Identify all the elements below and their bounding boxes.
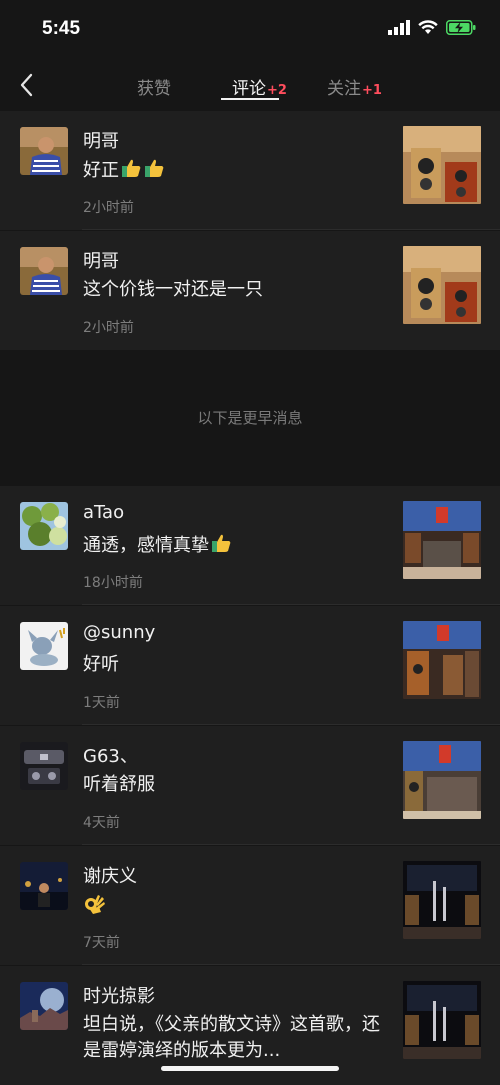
status-bar: 5:45 [0,0,500,60]
comment-time: 2小时前 [83,200,134,216]
video-thumbnail[interactable] [403,246,481,324]
comment-item[interactable]: @sunny 好听 1天前 [0,606,500,725]
earlier-messages-label: 以下是更早消息 [197,409,303,427]
commenter-name: @sunny [83,622,156,643]
comment-text: 坦白说，《父亲的散文诗》这首歌，还是雷婷演绎的版本更为... [83,1014,380,1061]
commenter-name: aTao [83,502,125,523]
comment-text: 听着舒服 [83,774,155,795]
earlier-messages-separator: 以下是更早消息 [0,351,500,485]
tab-follows-badge: +1 [362,83,382,98]
avatar[interactable] [20,742,68,790]
active-tab-indicator [221,98,279,100]
comment-time: 18小时前 [83,575,143,591]
comment-item[interactable]: G63、 听着舒服 4天前 [0,726,500,845]
divider [82,724,500,725]
thumbs-up-emoji-icon [212,534,231,552]
avatar[interactable] [20,247,68,295]
comment-time: 4天前 [83,815,120,831]
signal-icon [388,20,410,35]
comment-text: 好正 [83,157,383,184]
divider [82,229,500,230]
video-thumbnail[interactable] [403,126,481,204]
video-thumbnail[interactable] [403,861,481,939]
commenter-name: 时光掠影 [83,986,155,1007]
comment-text-content: 通透，感情真挚 [83,535,209,556]
avatar[interactable] [20,127,68,175]
tab-follows[interactable]: 关注+1 [327,74,382,99]
commenter-name: 谢庆义 [83,866,137,887]
tab-likes[interactable]: 获赞 [137,74,171,99]
commenter-name: G63、 [83,746,138,767]
tab-follows-label: 关注 [327,79,361,99]
commenter-name: 明哥 [83,251,119,272]
tab-comments-badge: +2 [267,83,287,98]
avatar[interactable] [20,862,68,910]
comment-item[interactable]: 明哥 好正 2小时前 [0,111,500,230]
comment-text-content: 好正 [83,160,119,181]
battery-charging-icon [446,20,476,35]
video-thumbnail[interactable] [403,501,481,579]
thumbs-up-emoji-icon [145,159,164,177]
commenter-name: 明哥 [83,131,119,152]
comment-text: 通透，感情真挚 [83,532,383,559]
video-thumbnail[interactable] [403,741,481,819]
avatar[interactable] [20,622,68,670]
status-icons [388,20,476,35]
back-arrow-icon[interactable] [14,70,44,100]
comment-time: 2小时前 [83,320,134,336]
divider [82,604,500,605]
home-indicator[interactable] [161,1066,339,1071]
comment-item[interactable]: 谢庆义 7天前 [0,846,500,965]
avatar[interactable] [20,502,68,550]
tab-comments-label: 评论 [232,79,266,99]
divider [82,964,500,965]
comment-item[interactable]: aTao 通透，感情真挚 18小时前 [0,486,500,605]
status-time: 5:45 [42,18,81,39]
comment-text: 这个价钱一对还是一只 [83,279,263,300]
ok-hand-emoji-icon [85,895,105,914]
video-thumbnail[interactable] [403,981,481,1059]
video-thumbnail[interactable] [403,621,481,699]
comment-time: 7天前 [83,935,120,951]
comment-text: 好听 [83,654,119,675]
divider [82,844,500,845]
comment-time: 1天前 [83,695,120,711]
thumbs-up-emoji-icon [122,159,141,177]
avatar[interactable] [20,982,68,1030]
comment-text [83,892,383,919]
tab-comments[interactable]: 评论+2 [232,74,287,99]
top-navigation: 获赞 评论+2 关注+1 [0,60,500,110]
tab-likes-label: 获赞 [137,79,171,99]
wifi-icon [418,20,438,34]
comment-item[interactable]: 明哥 这个价钱一对还是一只 2小时前 [0,231,500,350]
